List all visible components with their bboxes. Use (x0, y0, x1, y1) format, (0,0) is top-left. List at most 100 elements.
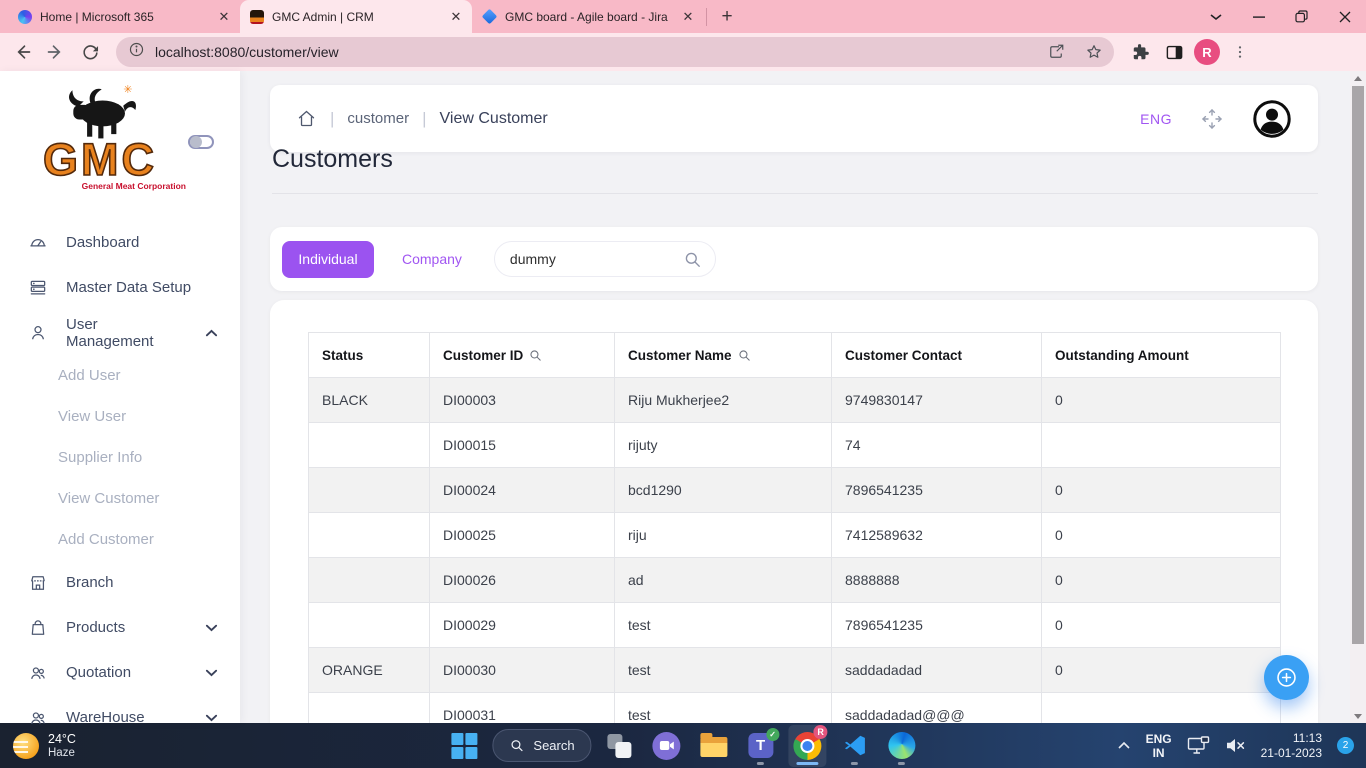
taskbar-app-teams[interactable]: T✓ (742, 725, 780, 767)
tray-volume-muted-icon[interactable] (1225, 737, 1246, 754)
taskbar-app-vscode[interactable] (836, 725, 874, 767)
customer-search-input[interactable] (508, 250, 675, 268)
window-close-button[interactable] (1323, 0, 1366, 33)
start-button[interactable] (445, 725, 483, 767)
cell-outstanding (1042, 693, 1281, 724)
sidebar-item-warehouse[interactable]: WareHouse (0, 695, 240, 740)
sidebar-subitem-add-user[interactable]: Add User (0, 355, 240, 396)
sidebar-subitem-view-customer[interactable]: View Customer (0, 478, 240, 519)
table-row[interactable]: DI00024bcd129078965412350 (309, 468, 1281, 513)
sidebar-subitem-add-customer[interactable]: Add Customer (0, 519, 240, 560)
page-scrollbar[interactable] (1350, 71, 1366, 723)
browser-menu-kebab-icon[interactable] (1226, 38, 1254, 66)
cell-contact: 9749830147 (832, 378, 1042, 423)
language-selector[interactable]: ENG (1140, 111, 1172, 127)
scrollbar-down-arrow[interactable] (1350, 709, 1366, 723)
sidebar-item-branch[interactable]: Branch (0, 560, 240, 605)
site-info-icon[interactable] (128, 41, 145, 63)
scrollbar-thumb[interactable] (1352, 86, 1364, 644)
sidebar-item-user-management[interactable]: User Management (0, 310, 240, 355)
chevron-down-icon[interactable] (205, 714, 218, 722)
taskbar-app-edge[interactable] (883, 725, 921, 767)
filter-bar: Individual Company (270, 227, 1318, 291)
address-bar[interactable]: localhost:8080/customer/view (116, 37, 1114, 67)
table-row[interactable]: DI00015rijuty74 (309, 423, 1281, 468)
window-restore-button[interactable] (1280, 0, 1323, 33)
window-minimize-button[interactable] (1237, 0, 1280, 33)
taskbar-app-camera-app[interactable] (648, 725, 686, 767)
sidebar: ✳ GMC General Meat Corporation Dashboard… (0, 71, 240, 723)
sidebar-item-label: Branch (66, 574, 114, 591)
bookmark-star-icon[interactable] (1080, 38, 1108, 66)
sidebar-item-label: Master Data Setup (66, 279, 191, 296)
cell-id: DI00029 (430, 603, 615, 648)
add-customer-fab[interactable] (1264, 655, 1309, 700)
microsoft-365-favicon (18, 10, 32, 24)
reload-button[interactable] (74, 36, 106, 68)
taskbar-search[interactable]: Search (492, 729, 591, 762)
tab-individual[interactable]: Individual (282, 241, 374, 278)
table-row[interactable]: ORANGEDI00030testsaddadadad0 (309, 648, 1281, 693)
sidebar-subitem-view-user[interactable]: View User (0, 396, 240, 437)
new-tab-button[interactable]: + (713, 3, 741, 31)
sidebar-subitem-supplier-info[interactable]: Supplier Info (0, 437, 240, 478)
window-menu-chevron-icon[interactable] (1194, 0, 1237, 33)
table-row[interactable]: DI00031testsaddadadad@@@ (309, 693, 1281, 724)
sidebar-collapse-toggle[interactable] (188, 135, 214, 149)
breadcrumb-section[interactable]: customer (347, 110, 409, 127)
column-header-label: Customer Name (628, 348, 732, 363)
cell-status (309, 468, 430, 513)
fullscreen-move-icon[interactable] (1200, 107, 1224, 131)
tray-display-icon[interactable] (1187, 736, 1210, 755)
browser-profile-avatar[interactable]: R (1194, 39, 1220, 65)
bull-icon: ✳ (45, 79, 155, 141)
user-avatar[interactable] (1252, 99, 1292, 139)
url-text[interactable]: localhost:8080/customer/view (155, 44, 339, 60)
cell-name: Riju Mukherjee2 (615, 378, 832, 423)
chevron-down-icon[interactable] (205, 669, 218, 677)
sidebar-item-products[interactable]: Products (0, 605, 240, 650)
tab-close-icon[interactable]: ✕ (216, 9, 232, 25)
tab-close-icon[interactable]: ✕ (680, 9, 696, 25)
browser-tab-gmc-board-agile-board-jira[interactable]: GMC board - Agile board - Jira✕ (472, 0, 704, 33)
sidebar-item-label: Quotation (66, 664, 131, 681)
column-header-customer-name[interactable]: Customer Name (615, 333, 832, 378)
table-row[interactable]: DI00026ad88888880 (309, 558, 1281, 603)
tab-close-icon[interactable]: ✕ (448, 9, 464, 25)
tray-clock[interactable]: 11:13 21-01-2023 (1261, 731, 1322, 761)
tab-company[interactable]: Company (396, 250, 468, 268)
column-search-icon (738, 349, 751, 362)
taskbar-app-file-explorer[interactable] (695, 725, 733, 767)
forward-button[interactable] (40, 36, 72, 68)
scrollbar-up-arrow[interactable] (1350, 71, 1366, 85)
customer-search-box[interactable] (494, 241, 716, 277)
chevron-up-icon[interactable] (205, 329, 218, 337)
back-button[interactable] (6, 36, 38, 68)
column-header-customer-id[interactable]: Customer ID (430, 333, 615, 378)
notification-count-badge[interactable]: 2 (1337, 737, 1354, 754)
sidebar-item-master-data-setup[interactable]: Master Data Setup (0, 265, 240, 310)
taskbar-app-chrome[interactable]: R (789, 725, 827, 767)
svg-text:✳: ✳ (123, 84, 132, 96)
browser-tab-gmc-admin-crm[interactable]: GMC Admin | CRM✕ (240, 0, 472, 33)
sidebar-item-dashboard[interactable]: Dashboard (0, 220, 240, 265)
teams-status-check-icon: ✓ (766, 728, 779, 741)
taskbar-app-task-view[interactable] (601, 725, 639, 767)
search-icon[interactable] (683, 250, 702, 269)
cell-id: DI00015 (430, 423, 615, 468)
extensions-puzzle-icon[interactable] (1126, 38, 1154, 66)
table-row[interactable]: BLACKDI00003Riju Mukherjee297498301470 (309, 378, 1281, 423)
table-row[interactable]: DI00029test78965412350 (309, 603, 1281, 648)
home-icon[interactable] (296, 108, 317, 129)
table-row[interactable]: DI00025riju74125896320 (309, 513, 1281, 558)
chevron-down-icon[interactable] (205, 624, 218, 632)
sidebar-nav: Dashboard Master Data Setup User Managemen… (0, 220, 240, 740)
share-icon[interactable] (1042, 38, 1070, 66)
side-panel-icon[interactable] (1160, 38, 1188, 66)
browser-tab-home-microsoft-365[interactable]: Home | Microsoft 365✕ (8, 0, 240, 33)
chrome-profile-badge: R (814, 725, 828, 739)
sidebar-item-quotation[interactable]: Quotation (0, 650, 240, 695)
tray-language[interactable]: ENG IN (1146, 732, 1172, 760)
tray-chevron-up-icon[interactable] (1117, 741, 1131, 750)
database-icon (28, 278, 48, 298)
